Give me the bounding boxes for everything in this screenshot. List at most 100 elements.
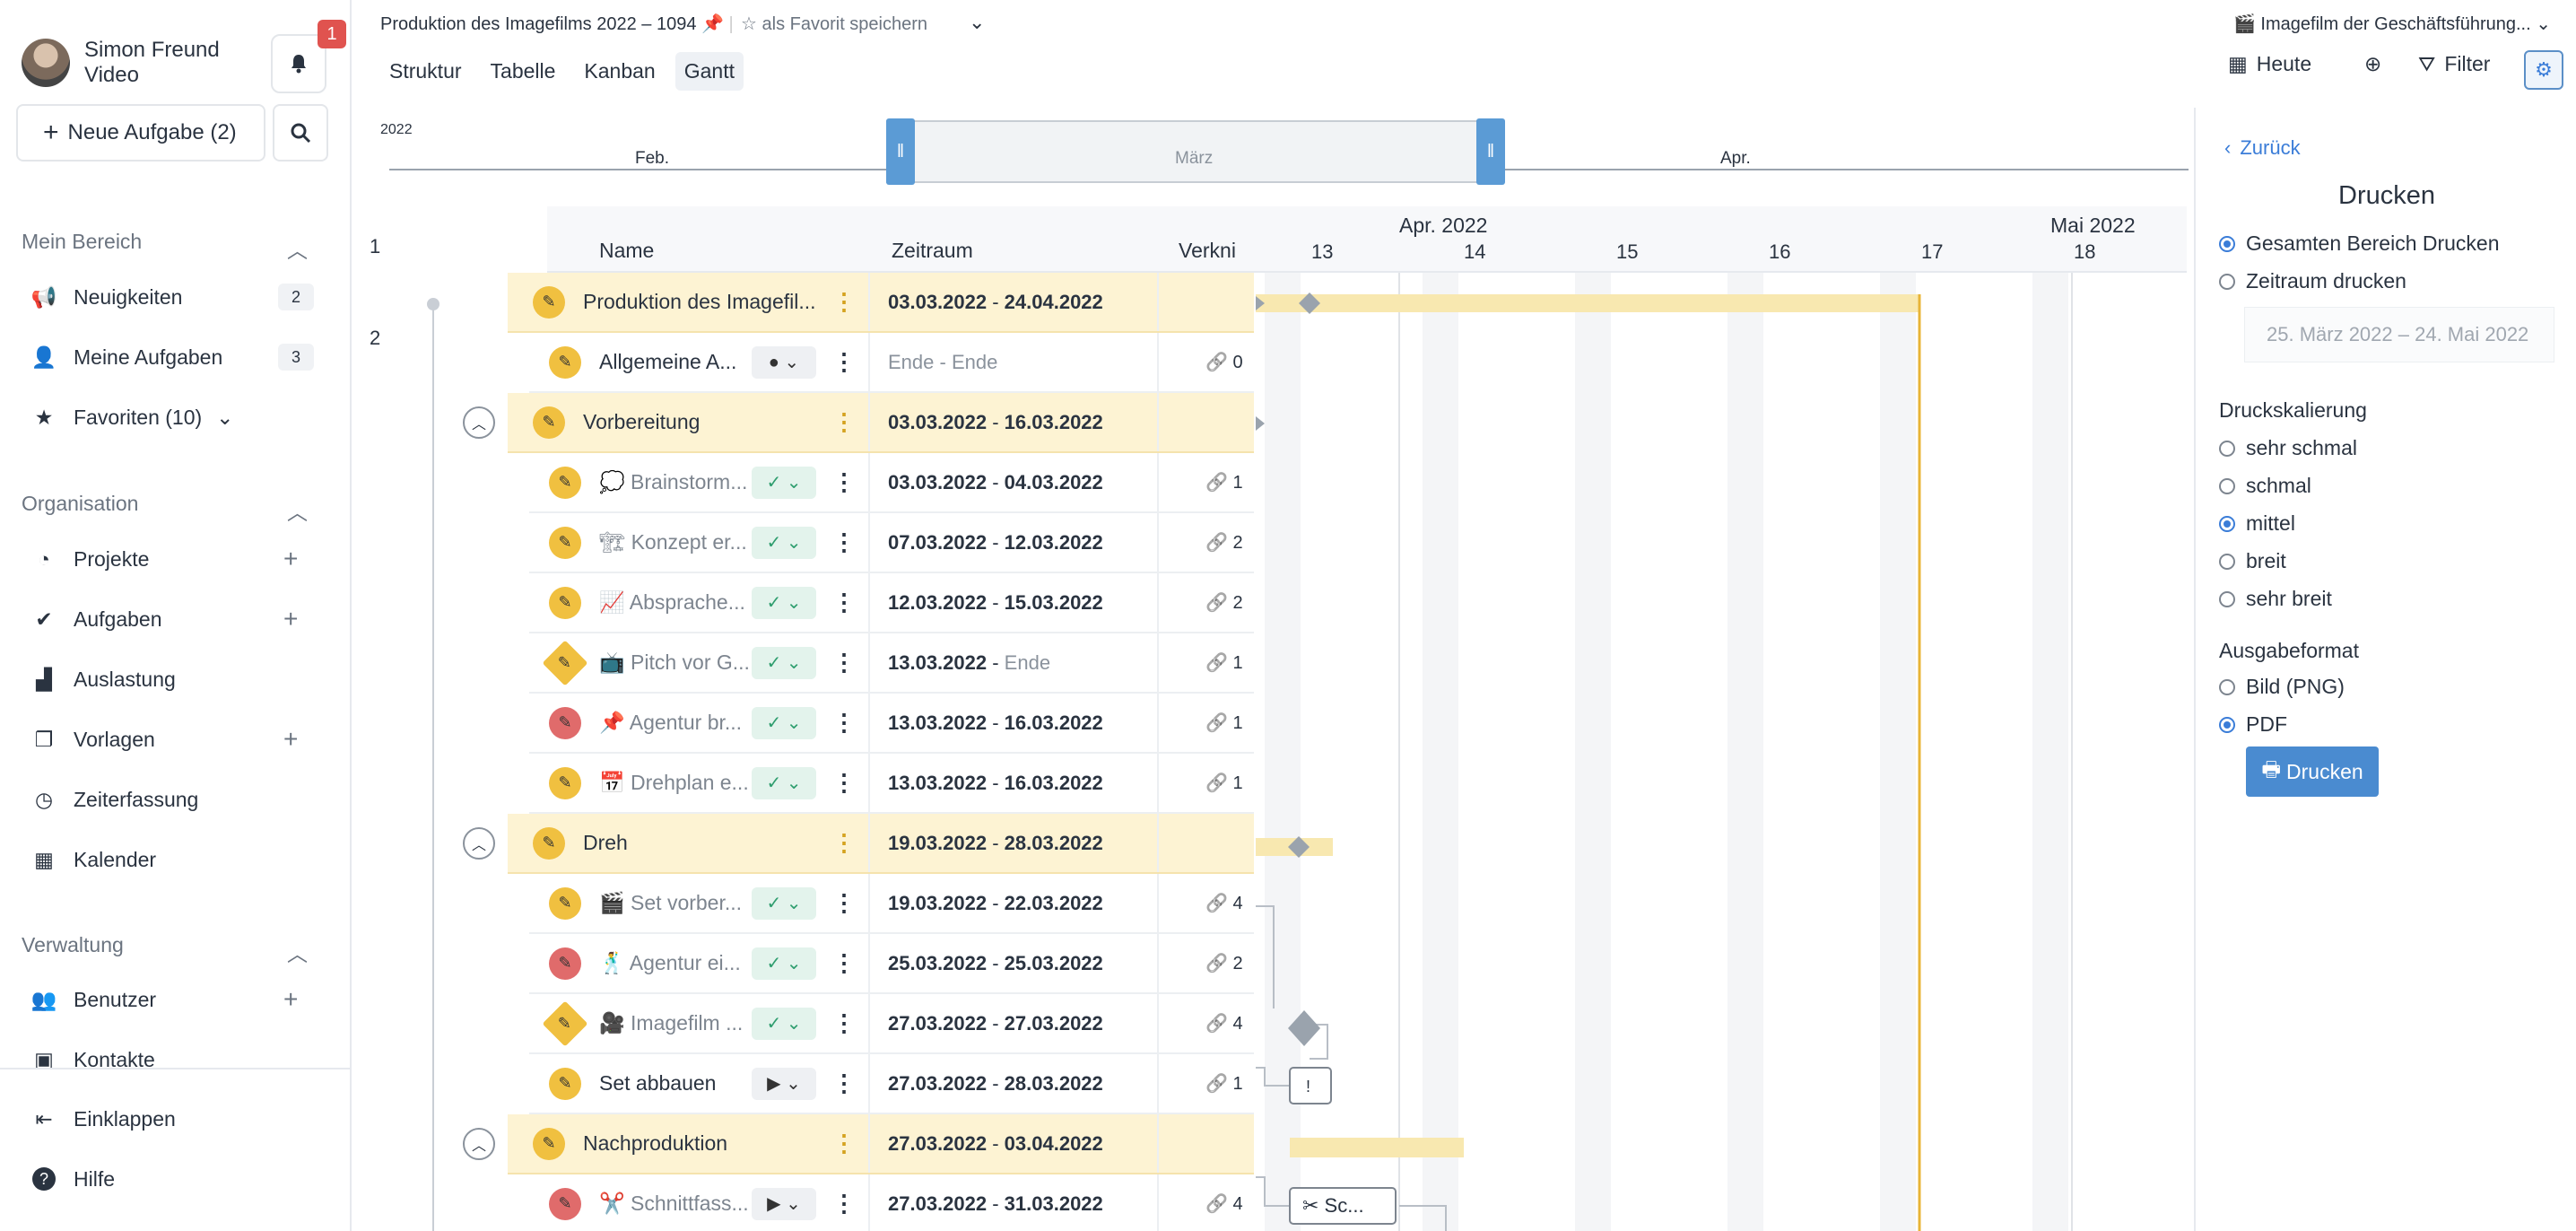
sidebar-item-vorlagen[interactable]: ❐ Vorlagen +	[30, 726, 299, 753]
date-range[interactable]: 13.03.2022 - 16.03.2022	[888, 772, 1103, 795]
edit-pencil-icon[interactable]: ✎	[549, 947, 581, 980]
more-menu-icon[interactable]: ⋮	[831, 1130, 857, 1157]
section-mein-bereich[interactable]: Mein Bereich ︿	[22, 230, 308, 262]
timeline-handle-right[interactable]: ‖	[1476, 118, 1505, 185]
task-row[interactable]: ✎ 💭 Brainstorm... ✓ ⌄ ⋮ 03.03.2022 - 04.03.2…	[529, 453, 1254, 513]
date-range[interactable]: 27.03.2022 - 28.03.2022	[888, 1072, 1103, 1096]
more-menu-icon[interactable]: ⋮	[831, 288, 857, 316]
task-name[interactable]: 📺 Pitch vor G...	[599, 650, 748, 675]
task-row[interactable]: ✎ 📅 Drehplan e... ✓ ⌄ ⋮ 13.03.2022 - 16.03.2…	[529, 754, 1254, 814]
status-dropdown[interactable]: ✓ ⌄	[752, 646, 816, 679]
favorite-button[interactable]: ☆ als Favorit speichern	[741, 13, 927, 35]
status-dropdown[interactable]: ✓ ⌄	[752, 586, 816, 619]
more-menu-icon[interactable]: ⋮	[831, 829, 857, 857]
print-button[interactable]: 🖶 Drucken	[2246, 746, 2379, 797]
column-links[interactable]: Verkni	[1179, 239, 1236, 263]
radio-icon[interactable]	[2219, 440, 2235, 457]
edit-pencil-icon[interactable]: ✎	[542, 640, 588, 685]
links-count[interactable]: 🔗 2	[1205, 591, 1243, 614]
status-dropdown[interactable]: ✓ ⌄	[752, 706, 816, 739]
edit-pencil-icon[interactable]: ✎	[549, 345, 581, 379]
date-range[interactable]: 13.03.2022 - Ende	[888, 651, 1050, 675]
user-profile[interactable]: Simon Freund Video	[22, 38, 220, 88]
links-count[interactable]: 🔗 2	[1205, 952, 1243, 974]
status-dropdown[interactable]: ✓ ⌄	[752, 947, 816, 980]
task-row[interactable]: ✎ 🎥 Imagefilm ... ✓ ⌄ ⋮ 27.03.2022 - 27.03.2…	[529, 994, 1254, 1054]
today-button[interactable]: ▦ Heute	[2228, 52, 2311, 76]
add-task-icon[interactable]: +	[283, 607, 298, 632]
task-name[interactable]: 🏗 Konzept er...	[599, 530, 748, 554]
scope-option[interactable]: Gesamten Bereich Drucken	[2219, 231, 2500, 256]
task-name[interactable]: 🕺 Agentur ei...	[599, 951, 748, 975]
more-menu-icon[interactable]: ⋮	[831, 1190, 857, 1218]
chevron-down-icon[interactable]: ⌄	[969, 11, 985, 34]
add-user-icon[interactable]: +	[283, 987, 298, 1012]
edit-pencil-icon[interactable]: ✎	[533, 1127, 565, 1160]
status-dropdown[interactable]: ✓ ⌄	[752, 526, 816, 559]
edit-pencil-icon[interactable]: ✎	[533, 406, 565, 439]
add-project-icon[interactable]: +	[283, 546, 298, 572]
date-range[interactable]: 13.03.2022 - 16.03.2022	[888, 712, 1103, 735]
column-range[interactable]: Zeitraum	[892, 239, 973, 263]
sidebar-item-favoriten[interactable]: ★ Favoriten (10) ⌄	[30, 404, 234, 431]
more-menu-icon[interactable]: ⋮	[831, 889, 857, 917]
scale-option[interactable]: mittel	[2219, 511, 2295, 536]
pin-icon[interactable]: 📌	[701, 14, 724, 34]
task-row[interactable]: ✎ 🏗 Konzept er... ✓ ⌄ ⋮ 07.03.2022 - 12.03.2…	[529, 513, 1254, 573]
add-template-icon[interactable]: +	[283, 727, 298, 752]
radio-icon[interactable]	[2219, 477, 2235, 494]
collapse-toggle-icon[interactable]: ︿	[463, 406, 495, 439]
status-dropdown[interactable]: ▶ ⌄	[752, 1067, 816, 1100]
edit-pencil-icon[interactable]: ✎	[549, 766, 581, 799]
sidebar-item-meine-aufgaben[interactable]: 👤 Meine Aufgaben 3	[30, 344, 314, 371]
status-dropdown[interactable]: ✓ ⌄	[752, 766, 816, 799]
links-count[interactable]: 🔗 1	[1205, 471, 1243, 493]
column-name[interactable]: Name	[599, 239, 654, 263]
date-range[interactable]: 03.03.2022 - 24.04.2022	[888, 291, 1103, 314]
task-name[interactable]: Vorbereitung	[583, 410, 825, 434]
task-name[interactable]: Allgemeine A...	[599, 350, 748, 374]
collapse-toggle-icon[interactable]: ︿	[463, 1127, 495, 1160]
task-row[interactable]: ✎ Set abbauen ▶ ⌄ ⋮ 27.03.2022 - 28.03.2022 🔗…	[529, 1054, 1254, 1114]
sidebar-item-benutzer[interactable]: 👥 Benutzer +	[30, 986, 299, 1013]
more-menu-icon[interactable]: ⋮	[831, 408, 857, 436]
links-count[interactable]: 🔗 4	[1205, 1012, 1243, 1035]
sidebar-item-neuigkeiten[interactable]: 📢 Neuigkeiten 2	[30, 284, 314, 310]
task-name[interactable]: ✂️ Schnittfass...	[599, 1192, 748, 1216]
sidebar-item-auslastung[interactable]: ▟ Auslastung	[30, 666, 176, 693]
links-count[interactable]: 🔗 2	[1205, 531, 1243, 554]
filter-button[interactable]: ⛛ Filter	[2418, 52, 2490, 76]
edit-pencil-icon[interactable]: ✎	[549, 586, 581, 619]
edit-pencil-icon[interactable]: ✎	[549, 886, 581, 920]
project-selector[interactable]: 🎬 Imagefilm der Geschäftsführung... ⌄	[2233, 13, 2551, 35]
more-menu-icon[interactable]: ⋮	[831, 649, 857, 677]
task-name[interactable]: 📌 Agentur br...	[599, 711, 748, 735]
edit-pencil-icon[interactable]: ✎	[549, 526, 581, 559]
task-name[interactable]: 📅 Drehplan e...	[599, 771, 748, 795]
task-row[interactable]: ✎ 📌 Agentur br... ✓ ⌄ ⋮ 13.03.2022 - 16.03.2…	[529, 694, 1254, 754]
timeline-overview[interactable]: 2022 ‖ ‖ Feb. März Apr.	[380, 118, 2189, 188]
scope-option[interactable]: Zeitraum drucken	[2219, 269, 2406, 293]
radio-icon[interactable]	[2219, 590, 2235, 607]
search-button[interactable]	[273, 104, 328, 162]
date-range[interactable]: 07.03.2022 - 12.03.2022	[888, 531, 1103, 554]
more-menu-icon[interactable]: ⋮	[831, 769, 857, 797]
task-name[interactable]: Dreh	[583, 831, 825, 855]
more-menu-icon[interactable]: ⋮	[831, 589, 857, 616]
task-row[interactable]: ✎ 📈 Absprache... ✓ ⌄ ⋮ 12.03.2022 - 15.03.20…	[529, 573, 1254, 633]
links-count[interactable]: 🔗 1	[1205, 772, 1243, 794]
task-name[interactable]: 🎥 Imagefilm ...	[599, 1011, 748, 1035]
scale-option[interactable]: sehr breit	[2219, 587, 2332, 611]
edit-pencil-icon[interactable]: ✎	[549, 1067, 581, 1100]
scale-option[interactable]: sehr schmal	[2219, 436, 2357, 460]
sidebar-item-projekte[interactable]: ◔ Projekte +	[30, 546, 298, 572]
radio-icon[interactable]	[2219, 235, 2235, 252]
radio-icon[interactable]	[2219, 273, 2235, 290]
radio-icon[interactable]	[2219, 515, 2235, 532]
sidebar-item-aufgaben[interactable]: ✔ Aufgaben +	[30, 606, 298, 633]
edit-pencil-icon[interactable]: ✎	[533, 826, 565, 860]
date-range[interactable]: 27.03.2022 - 03.04.2022	[888, 1132, 1103, 1156]
more-menu-icon[interactable]: ⋮	[831, 1009, 857, 1037]
date-range[interactable]: 12.03.2022 - 15.03.2022	[888, 591, 1103, 615]
status-dropdown[interactable]: ✓ ⌄	[752, 466, 816, 499]
